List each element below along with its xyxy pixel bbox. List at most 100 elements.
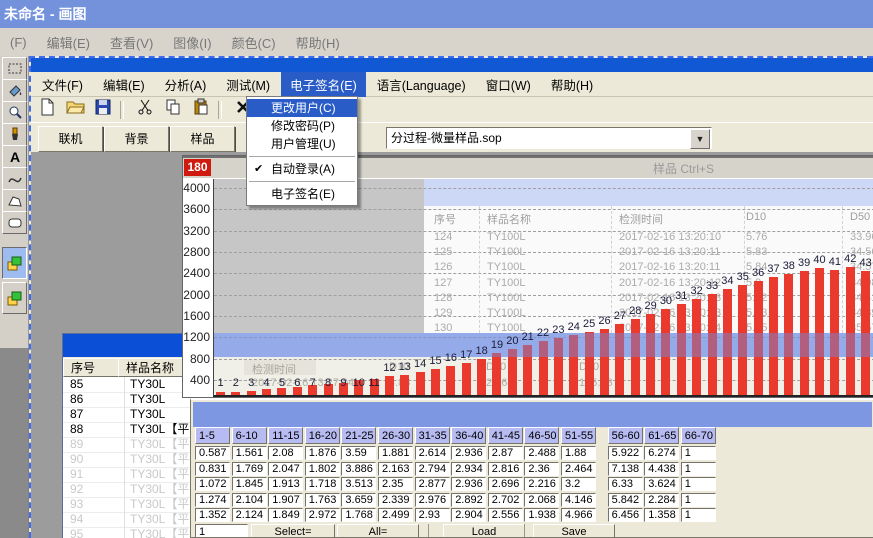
paste-button[interactable]: [189, 100, 213, 120]
tool-cube-active[interactable]: [2, 247, 27, 279]
ghost-table-cell: 2017-02-16 13:20:11: [619, 261, 720, 273]
sample-row[interactable]: 94TY30L【平均】: [63, 512, 190, 528]
bar-label: 2: [233, 377, 239, 389]
freq-cell: 2.464: [561, 462, 596, 476]
freq-cell: 3.624: [644, 477, 679, 491]
ghost-table-header: 检测时间: [619, 211, 663, 227]
bar-label: 36: [752, 267, 764, 279]
paint-menu-item-5[interactable]: 帮助(H): [286, 31, 350, 54]
freq-cell: 2.124: [232, 508, 267, 522]
paint-menu-item-1[interactable]: 编辑(E): [37, 31, 100, 54]
tool-curve[interactable]: [2, 167, 27, 190]
bar-label: 23: [552, 324, 564, 336]
fill-icon: [7, 83, 23, 98]
freq-header-6-10: 6-10: [232, 427, 267, 444]
paint-menu-item-0[interactable]: (F): [0, 33, 37, 52]
button-load[interactable]: Load: [443, 524, 525, 538]
freq-header-16-20: 16-20: [305, 427, 340, 444]
menu-item-4[interactable]: 电子签名(E): [247, 185, 357, 203]
checkmark-icon: ✔: [254, 160, 263, 178]
app-menu-item-5[interactable]: 语言(Language): [368, 72, 475, 97]
paint-menu-item-2[interactable]: 查看(V): [100, 31, 163, 54]
tool-text[interactable]: A: [2, 145, 27, 168]
freq-cell: 2.35: [378, 477, 413, 491]
app-menu-item-0[interactable]: 文件(F): [33, 72, 92, 97]
button-联机[interactable]: 联机: [38, 126, 103, 152]
copy-button[interactable]: [161, 100, 185, 120]
save-button[interactable]: [91, 100, 115, 120]
ghost-column-separator: [611, 206, 613, 333]
sample-row[interactable]: 87TY30L: [63, 407, 190, 423]
sample-list-titlebar[interactable]: [63, 334, 190, 357]
tool-polygon[interactable]: [2, 189, 27, 212]
paint-menu-item-4[interactable]: 颜色(C): [222, 31, 286, 54]
sample-row-name: TY30L【平均】: [124, 437, 191, 452]
tool-cube[interactable]: [2, 282, 27, 314]
new-button[interactable]: [35, 100, 59, 120]
frequency-table-titlebar[interactable]: [193, 402, 872, 427]
button-save[interactable]: Save: [533, 524, 615, 538]
freq-cell: 2.163: [378, 462, 413, 476]
tool-rounded-rect[interactable]: [2, 211, 27, 234]
svg-text:A: A: [9, 149, 19, 164]
sample-row[interactable]: 89TY30L【平均】: [63, 437, 190, 453]
menu-item-0[interactable]: 更改用户(C): [247, 99, 357, 117]
tool-fill[interactable]: [2, 79, 27, 102]
button-样品[interactable]: 样品: [170, 126, 235, 152]
y-tick-label: 2400: [183, 266, 210, 280]
ghost-table-header: D50: [850, 211, 870, 223]
app-menu-item-7[interactable]: 帮助(H): [542, 72, 602, 97]
ghost-table-header: D10: [746, 211, 766, 223]
chevron-down-icon[interactable]: ▼: [690, 129, 710, 149]
sample-row[interactable]: 91TY30L【平均】: [63, 467, 190, 483]
app-menu-item-2[interactable]: 分析(A): [156, 72, 216, 97]
freq-cell: 1.849: [268, 508, 303, 522]
bar-label: 9: [340, 377, 346, 389]
menu-item-2[interactable]: 用户管理(U): [247, 135, 357, 153]
app-menu-item-4[interactable]: 电子签名(E): [281, 72, 366, 97]
bar: [631, 319, 640, 395]
cut-button[interactable]: [133, 100, 157, 120]
menu-item-1[interactable]: 修改密码(P): [247, 117, 357, 135]
freq-cell: 1.913: [268, 477, 303, 491]
sop-combobox[interactable]: 分过程-微量样品.sop ▼: [386, 127, 712, 149]
freq-cell: 2.972: [305, 508, 340, 522]
freq-cell: 1.876: [305, 446, 340, 460]
tool-select[interactable]: [2, 57, 27, 80]
row-count-input[interactable]: 1: [195, 524, 248, 538]
ghost-table-cell: 33.96: [850, 231, 873, 243]
freq-cell: 6.456: [608, 508, 643, 522]
chart-badge: 180: [184, 159, 211, 176]
bar-label: 11: [368, 377, 379, 389]
app-menu-item-3[interactable]: 测试(M): [217, 72, 279, 97]
freq-cell: 2.877: [415, 477, 450, 491]
sample-row-seq: 95: [70, 527, 83, 538]
app-menu-item-6[interactable]: 窗口(W): [477, 72, 540, 97]
button-select[interactable]: Select=: [251, 524, 335, 538]
sample-row[interactable]: 86TY30L: [63, 392, 190, 408]
paint-menu-item-3[interactable]: 图像(I): [163, 31, 221, 54]
button-背景[interactable]: 背景: [104, 126, 169, 152]
sample-row-name: TY30L: [124, 377, 165, 392]
freq-cell: 2.08: [268, 446, 303, 460]
sample-row[interactable]: 90TY30L【平均】: [63, 452, 190, 468]
y-tick-label: 1600: [183, 309, 210, 323]
freq-cell: 1.768: [341, 508, 376, 522]
paint-tool-panel: A: [0, 56, 29, 348]
tool-brush[interactable]: [2, 123, 27, 146]
sample-row[interactable]: 92TY30L【平均】: [63, 482, 190, 498]
sop-combobox-value: 分过程-微量样品.sop: [391, 131, 502, 145]
menu-separator: [249, 156, 355, 157]
save-icon: [94, 98, 112, 121]
screen: 未命名 - 画图 (F)编辑(E)查看(V)图像(I)颜色(C)帮助(H) A …: [0, 0, 873, 538]
sample-row[interactable]: 85TY30L: [63, 377, 190, 393]
sample-row[interactable]: 88TY30L【平均】: [63, 422, 190, 438]
sample-row[interactable]: 95TY30L【平均】: [63, 527, 190, 538]
menu-item-3[interactable]: 自动登录(A)✔: [247, 160, 357, 178]
sample-row[interactable]: 93TY30L【平均】: [63, 497, 190, 513]
toolbar-separator: [218, 101, 222, 119]
app-menu-item-1[interactable]: 编辑(E): [94, 72, 154, 97]
open-button[interactable]: [63, 100, 87, 120]
button-all[interactable]: All=: [337, 524, 419, 538]
tool-zoom[interactable]: [2, 101, 27, 124]
